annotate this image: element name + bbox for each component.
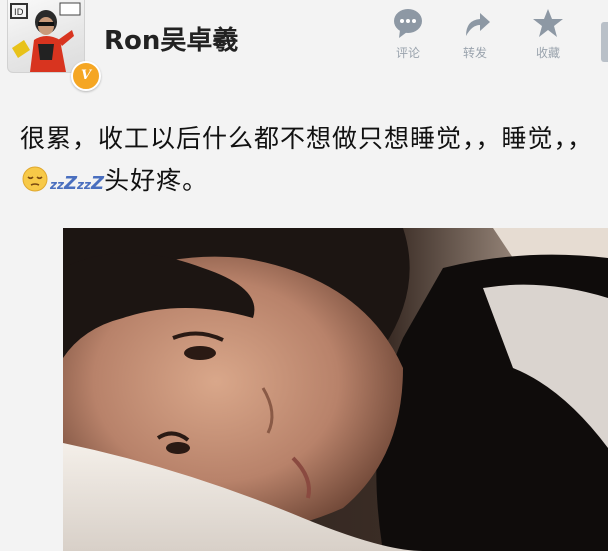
post-text-main: 很累，收工以后什么都不想做只想睡觉，，睡觉，，	[20, 124, 594, 153]
repost-label: 转发	[462, 46, 487, 60]
sleepy-face-icon	[22, 166, 48, 192]
favorite-label: 收藏	[535, 46, 560, 60]
favorite-button[interactable]: 收藏	[520, 6, 576, 61]
svg-text:ID: ID	[14, 8, 24, 18]
more-action-partial[interactable]	[601, 22, 608, 62]
username[interactable]: Ron吴卓羲	[104, 20, 238, 57]
post-text: 很累，收工以后什么都不想做只想睡觉，，睡觉，， zzZzzZ头好疼。	[20, 118, 605, 206]
post-photo[interactable]	[63, 228, 608, 551]
avatar[interactable]: ID	[7, 0, 85, 73]
post-text-end: 头好疼。	[104, 166, 209, 195]
avatar-image: ID	[10, 2, 81, 72]
comment-label: 评论	[395, 46, 420, 60]
repost-icon	[466, 13, 490, 36]
repost-button[interactable]: 转发	[447, 6, 503, 61]
zzz-sleep-icon: zzZzzZ	[50, 173, 105, 194]
photo-image	[63, 228, 608, 551]
star-icon	[533, 9, 563, 37]
comment-icon	[394, 9, 422, 38]
verified-badge: V	[71, 61, 101, 91]
comment-button[interactable]: 评论	[380, 6, 436, 61]
